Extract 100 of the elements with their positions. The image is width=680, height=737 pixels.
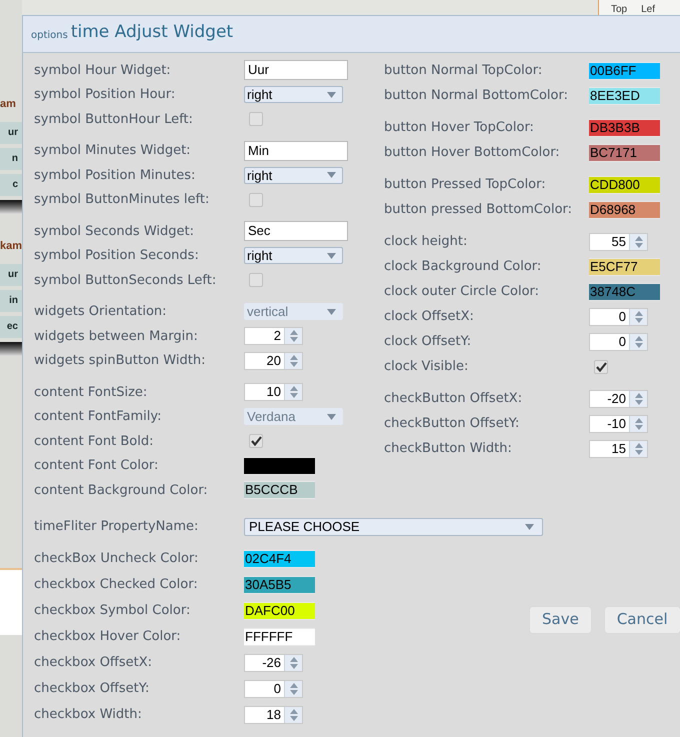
color-field[interactable]: 38748C: [589, 282, 660, 300]
color-field[interactable]: [244, 456, 315, 475]
text-field[interactable]: Sec: [244, 221, 348, 242]
field-label: clock Background Color:: [384, 258, 542, 276]
field-label: checkbox Hover Color:: [34, 628, 182, 646]
field-label: checkButton OffsetY:: [384, 414, 520, 433]
field-label: checkBox Uncheck Color:: [34, 550, 200, 568]
dialog-button[interactable]: Save: [529, 606, 592, 634]
spin-buttons[interactable]: [284, 680, 302, 696]
color-field[interactable]: BC7171: [589, 144, 660, 162]
background-bar: [0, 200, 22, 214]
spin-buttons[interactable]: [629, 440, 647, 456]
spin-buttons[interactable]: [284, 654, 302, 670]
checkbox[interactable]: [249, 434, 263, 448]
field-label: symbol Minutes Widget:: [34, 142, 192, 160]
field-label: symbol Hour Widget:: [34, 62, 172, 80]
text-field[interactable]: Min: [244, 140, 348, 161]
field-label: content Font Bold:: [34, 432, 154, 450]
text-field[interactable]: Uur: [244, 60, 348, 80]
field-label: button Normal TopColor:: [384, 62, 544, 80]
spin-field[interactable]: 20: [244, 352, 303, 370]
dialog-button[interactable]: Cancel: [604, 606, 680, 634]
spin-field[interactable]: 15: [589, 440, 648, 458]
spin-buttons[interactable]: [629, 308, 647, 324]
field-label: widgets between Margin:: [34, 328, 199, 346]
field-label: button Hover BottomColor:: [384, 144, 561, 162]
up-down-arrows-icon: [634, 416, 644, 430]
spin-field[interactable]: 0: [244, 680, 303, 698]
field-label: checkbox Width:: [34, 706, 143, 724]
up-down-arrows-icon: [288, 385, 298, 400]
spin-field[interactable]: 10: [244, 383, 303, 402]
color-field[interactable]: DAFC00: [244, 602, 315, 620]
color-field[interactable]: 02C4F4: [244, 550, 315, 568]
spin-field[interactable]: 18: [244, 706, 303, 724]
field-label: button Pressed TopColor:: [384, 176, 547, 194]
spin-field[interactable]: -20: [589, 390, 648, 408]
color-field[interactable]: DB3B3B: [589, 118, 660, 136]
background-bar: [0, 342, 22, 356]
color-field[interactable]: 30A5B5: [244, 576, 315, 594]
field-label: content Font Color:: [34, 457, 160, 475]
spin-field[interactable]: -10: [589, 414, 648, 432]
spin-field[interactable]: 2: [244, 327, 303, 346]
checkbox[interactable]: [249, 112, 263, 126]
color-field[interactable]: B5CCCB: [244, 481, 315, 500]
field-label: clock Visible:: [384, 358, 470, 376]
up-down-arrows-icon: [288, 708, 298, 722]
background-tile: ur: [0, 264, 22, 286]
field-label: symbol Position Minutes:: [34, 166, 196, 184]
field-label: widgets spinButton Width:: [34, 352, 206, 370]
dropdown-arrow-icon: [525, 524, 534, 530]
field-label: clock outer Circle Color:: [384, 282, 540, 301]
dropdown-arrow-icon: [327, 172, 336, 178]
dialog-title: time Adjust Widget: [70, 20, 234, 44]
checkbox[interactable]: [594, 360, 608, 374]
check-icon: [596, 362, 606, 372]
field-label: checkButton Width:: [384, 440, 513, 458]
color-field[interactable]: 00B6FF: [589, 62, 660, 80]
field-label: clock OffsetY:: [384, 332, 472, 351]
color-field[interactable]: CDD800: [589, 176, 660, 194]
background-tile: c: [0, 174, 22, 196]
background-tile: ur: [0, 122, 22, 144]
spin-field[interactable]: 0: [589, 308, 648, 326]
color-field[interactable]: E5CF77: [589, 258, 660, 276]
checkbox[interactable]: [249, 273, 263, 288]
field-label: checkbox Checked Color:: [34, 576, 199, 594]
color-field[interactable]: 8EE3ED: [589, 86, 660, 104]
checkbox[interactable]: [249, 192, 263, 207]
dropdown[interactable]: PLEASE CHOOSE: [244, 518, 543, 536]
up-down-arrows-icon: [634, 442, 644, 456]
color-field[interactable]: FFFFFF: [244, 628, 315, 646]
background-tile: n: [0, 148, 22, 170]
spin-buttons[interactable]: [629, 334, 647, 350]
spin-buttons[interactable]: [284, 328, 302, 344]
spin-buttons[interactable]: [284, 384, 302, 400]
field-label: content Background Color:: [34, 482, 209, 500]
color-field[interactable]: D68968: [589, 200, 660, 218]
spin-buttons[interactable]: [629, 234, 647, 250]
title-prefix: options: [31, 29, 68, 43]
spin-buttons[interactable]: [629, 390, 647, 406]
up-down-arrows-icon: [288, 682, 298, 696]
dropdown-arrow-icon: [327, 308, 336, 315]
spin-field[interactable]: 55: [589, 232, 648, 250]
spin-buttons[interactable]: [284, 352, 302, 369]
background-heading: kam: [0, 239, 22, 254]
field-label: button Normal BottomColor:: [384, 86, 569, 105]
spin-field[interactable]: 0: [589, 332, 648, 350]
up-down-arrows-icon: [634, 234, 644, 248]
dropdown-arrow-icon: [327, 252, 336, 259]
field-label: symbol Seconds Widget:: [34, 222, 195, 240]
dropdown[interactable]: right: [244, 247, 343, 264]
up-down-arrows-icon: [288, 329, 298, 344]
spin-buttons[interactable]: [629, 416, 647, 432]
spin-buttons[interactable]: [284, 706, 302, 722]
dropdown[interactable]: right: [244, 86, 343, 104]
spin-field[interactable]: -26: [244, 654, 303, 672]
field-label: checkbox OffsetY:: [34, 680, 150, 698]
dropdown[interactable]: right: [244, 166, 343, 184]
field-label: widgets Orientation:: [34, 303, 168, 321]
field-label: checkButton OffsetX:: [384, 390, 524, 408]
background-heading: am: [0, 97, 17, 112]
